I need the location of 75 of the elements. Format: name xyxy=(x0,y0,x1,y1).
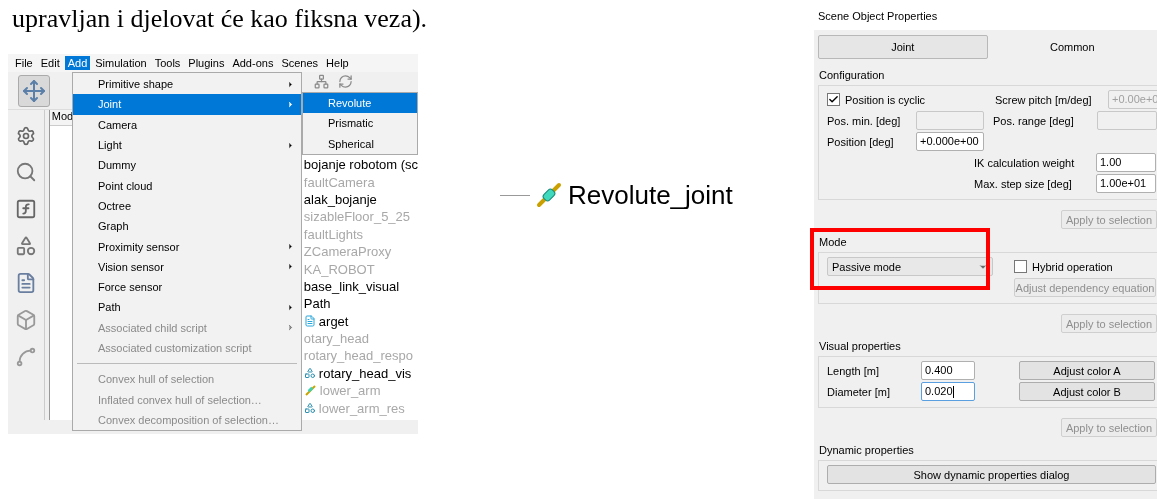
menu-item[interactable]: Octree xyxy=(73,195,301,217)
tree-item[interactable]: Path xyxy=(303,295,418,313)
field-label: Diameter [m] xyxy=(827,385,891,398)
joint-name: Revolute_joint xyxy=(568,179,733,211)
field-label: Position [deg] xyxy=(827,135,895,148)
field-label: Max. step size [deg] xyxy=(974,177,1073,190)
refresh-tool-button[interactable] xyxy=(336,72,354,90)
menu-item[interactable]: Point cloud xyxy=(73,175,301,196)
tree-item[interactable]: arget xyxy=(303,312,418,330)
cube-icon[interactable] xyxy=(14,309,37,331)
input-field[interactable]: 0.400 xyxy=(921,361,975,380)
menu-item[interactable]: Spherical xyxy=(303,133,417,154)
tree-item[interactable]: base_link_visual xyxy=(303,277,418,296)
group-label: Configuration xyxy=(818,69,885,83)
shape-icon xyxy=(303,402,316,415)
field-label: Length [m] xyxy=(827,364,880,377)
document-text: upravljan i djelovat će kao fiksna veza). xyxy=(12,4,428,34)
menu-item[interactable]: Dummy xyxy=(73,155,301,176)
menu-title[interactable]: Tools xyxy=(151,56,184,70)
menu-title[interactable]: Edit xyxy=(37,56,63,70)
checkbox-label: Hybrid operation xyxy=(1032,260,1114,273)
menu-title[interactable]: Scenes xyxy=(278,56,322,70)
adjust-color-button[interactable]: Adjust color B xyxy=(1019,382,1155,401)
menu-item[interactable]: Graph xyxy=(73,216,301,237)
menu-item[interactable]: Revolute xyxy=(303,93,417,114)
move-tool-button[interactable] xyxy=(18,74,50,107)
settings-icon[interactable] xyxy=(15,126,36,146)
input-field[interactable]: 1.00 xyxy=(1096,153,1156,172)
field-label: Screw pitch [m/deg] xyxy=(995,93,1093,106)
shape-icon xyxy=(303,367,316,380)
search-icon[interactable] xyxy=(14,161,37,183)
menu-title[interactable]: Plugins xyxy=(185,56,228,70)
checkbox[interactable] xyxy=(1014,260,1027,273)
panel-title: Scene Object Properties xyxy=(817,9,939,24)
joint-icon xyxy=(536,182,562,208)
menu-title[interactable]: Help xyxy=(323,56,352,70)
menu-item[interactable]: Path xyxy=(73,297,301,318)
adjust-color-button[interactable]: Adjust color A xyxy=(1019,361,1155,380)
input-field[interactable]: 0.020 xyxy=(921,382,975,401)
menu-item[interactable]: Force sensor xyxy=(73,276,301,298)
menu-title[interactable]: Add-ons xyxy=(229,56,277,70)
menu-title[interactable]: File xyxy=(12,56,36,70)
tree-item[interactable]: bojanje robotom (sc xyxy=(303,156,418,174)
field-label: Pos. range [deg] xyxy=(993,114,1075,127)
refresh-icon xyxy=(337,73,353,89)
menu-item[interactable]: Proximity sensor xyxy=(73,236,301,257)
tab[interactable]: Joint xyxy=(818,35,988,59)
menu-title[interactable]: Simulation xyxy=(92,56,150,70)
field-label: IK calculation weight xyxy=(974,156,1076,169)
tree-item[interactable]: rotary_head_vis xyxy=(303,364,418,383)
tab[interactable]: Common xyxy=(987,35,1157,59)
menu-title[interactable]: Add xyxy=(64,56,91,70)
group-label: Dynamic properties xyxy=(818,444,914,458)
function-icon[interactable] xyxy=(14,198,37,220)
input-field[interactable]: +0.000e+00 xyxy=(916,132,984,151)
network-icon xyxy=(313,73,329,89)
shapes-icon[interactable] xyxy=(14,235,37,257)
checkbox[interactable] xyxy=(827,93,840,106)
joint-icon xyxy=(303,384,317,398)
field-label: Position is cyclic xyxy=(845,93,927,106)
tree-item[interactable]: alak_bojanje xyxy=(303,190,418,209)
script-icon xyxy=(303,315,316,328)
group-label: Visual properties xyxy=(818,340,901,354)
mode-dropdown[interactable]: Passive mode xyxy=(827,257,993,276)
menu-item[interactable]: Joint xyxy=(73,94,301,115)
menu-item[interactable]: Light xyxy=(73,134,301,156)
network-tool-button[interactable] xyxy=(312,72,330,90)
curve-icon[interactable] xyxy=(14,346,37,368)
menu-item[interactable]: Primitive shape xyxy=(73,74,301,95)
input-field[interactable]: 1.00e+01 xyxy=(1096,174,1156,193)
menu-item[interactable]: Vision sensor xyxy=(73,256,301,277)
field-label: Pos. min. [deg] xyxy=(827,114,902,127)
group-label: Mode xyxy=(818,236,847,250)
menu-item[interactable]: Prismatic xyxy=(303,113,417,134)
dynamic-properties-button[interactable]: Show dynamic properties dialog xyxy=(827,465,1156,484)
